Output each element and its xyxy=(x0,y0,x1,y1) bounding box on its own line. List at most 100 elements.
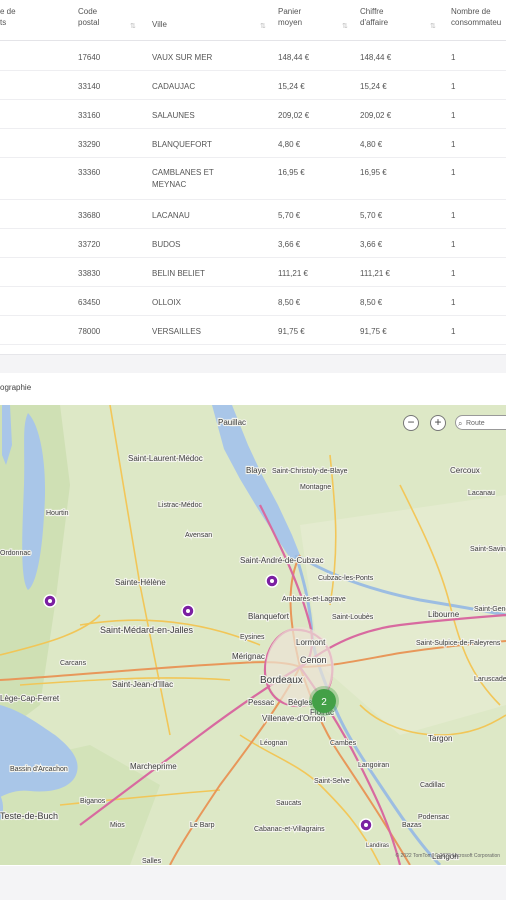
cell-code: 33720 xyxy=(78,240,101,249)
map-place-label: Podensac xyxy=(418,814,450,821)
col-header-revenue[interactable]: Chiffre d'affaire xyxy=(360,6,388,28)
map-place-label: Ordonnac xyxy=(0,550,31,557)
cell-ville: BUDOS xyxy=(152,240,181,249)
col-header-consumer-count[interactable]: Nombre de consommateu xyxy=(451,6,501,28)
cell-nombre: 1 xyxy=(451,240,456,249)
map-place-label: Montagne xyxy=(300,484,331,491)
map-place-label: Blaye xyxy=(246,466,267,475)
cell-code: 17640 xyxy=(78,53,101,62)
route-search-input[interactable]: ⌕ Route xyxy=(455,415,506,430)
map-place-label: Le Barp xyxy=(190,822,215,829)
map-place-label: Saucats xyxy=(276,800,302,807)
cell-panier: 209,02 € xyxy=(278,111,310,120)
table-row[interactable]: 33360 CAMBLANES ET MEYNAC 16,95 € 16,95 € 1 xyxy=(0,157,506,200)
cell-chiffre: 148,44 € xyxy=(360,53,392,62)
map-place-label: Saint-Loubès xyxy=(332,614,374,621)
map-pin-icon[interactable] xyxy=(181,604,195,618)
panel-title: ographie xyxy=(0,383,32,392)
table-row[interactable]: 78000 VERSAILLES 91,75 € 91,75 € 1 xyxy=(0,315,506,345)
map-place-label: Blanquefort xyxy=(248,612,290,621)
map-view[interactable]: Pauillac Saint-Laurent-Médoc Blaye Saint-Ch… xyxy=(0,405,506,865)
cell-chiffre: 4,80 € xyxy=(360,140,383,149)
col-header-city[interactable]: Ville xyxy=(152,19,167,30)
col-header-count[interactable]: e de ts xyxy=(0,6,16,28)
map-place-label: Pauillac xyxy=(218,418,246,427)
map-canvas[interactable]: Pauillac Saint-Laurent-Médoc Blaye Saint-Ch… xyxy=(0,405,506,865)
map-place-label: Lège-Cap-Ferret xyxy=(0,694,60,703)
map-pin-icon[interactable] xyxy=(359,818,373,832)
cell-ville: BLANQUEFORT xyxy=(152,140,212,149)
cell-panier: 15,24 € xyxy=(278,82,305,91)
cell-panier: 91,75 € xyxy=(278,327,305,336)
cell-code: 33160 xyxy=(78,111,101,120)
table-row[interactable]: 33680 LACANAU 5,70 € 5,70 € 1 xyxy=(0,199,506,229)
cell-nombre: 1 xyxy=(451,111,456,120)
map-pin-icon[interactable] xyxy=(43,594,57,608)
cell-code: 33140 xyxy=(78,82,101,91)
map-place-label: Mios xyxy=(110,822,125,829)
map-place-label: Léognan xyxy=(260,740,287,747)
map-place-label: Villenave-d'Ornon xyxy=(262,714,325,723)
sort-icon[interactable]: ⇅ xyxy=(342,22,348,30)
table-row[interactable]: 33160 SALAUNES 209,02 € 209,02 € 1 xyxy=(0,99,506,129)
map-place-label: Lacanau xyxy=(468,490,495,497)
cell-nombre: 1 xyxy=(451,298,456,307)
map-place-label: Sainte-Hélène xyxy=(115,578,166,587)
cell-code: 78000 xyxy=(78,327,101,336)
table-row[interactable]: 33830 BELIN BELIET 111,21 € 111,21 € 1 xyxy=(0,257,506,287)
cell-code: 33830 xyxy=(78,269,101,278)
table-row[interactable]: 33290 BLANQUEFORT 4,80 € 4,80 € 1 xyxy=(0,128,506,158)
map-place-label: Cabanac-et-Villagrains xyxy=(254,826,325,833)
map-place-label: Mérignac xyxy=(232,652,265,661)
cell-nombre: 1 xyxy=(451,82,456,91)
map-place-label: Lormont xyxy=(296,638,326,647)
map-place-label: Salles xyxy=(142,858,162,865)
map-place-label: Saint-Médard-en-Jalles xyxy=(100,625,194,635)
col-header-postal-code[interactable]: Code postal xyxy=(78,6,99,28)
cell-ville: SALAUNES xyxy=(152,111,195,120)
cell-panier: 3,66 € xyxy=(278,240,301,249)
map-place-label: Langoiran xyxy=(358,762,389,769)
map-place-label: Carcans xyxy=(60,660,87,667)
table-row[interactable]: 63450 OLLOIX 8,50 € 8,50 € 1 xyxy=(0,286,506,316)
cell-chiffre: 15,24 € xyxy=(360,82,387,91)
map-place-label: Saint-Jean-d'Illac xyxy=(112,680,173,689)
table-row[interactable]: 33720 BUDOS 3,66 € 3,66 € 1 xyxy=(0,228,506,258)
table-row[interactable]: 17640 VAUX SUR MER 148,44 € 148,44 € 1 xyxy=(0,41,506,71)
map-place-label: Saint-Genès-de-Lombaud xyxy=(474,606,506,613)
cell-panier: 4,80 € xyxy=(278,140,301,149)
sort-icon[interactable]: ⇅ xyxy=(130,22,136,30)
cell-panier: 8,50 € xyxy=(278,298,301,307)
map-cluster[interactable]: 2 xyxy=(309,686,339,716)
cell-ville: LACANAU xyxy=(152,211,190,220)
sort-icon[interactable]: ⇅ xyxy=(430,22,436,30)
map-copyright: © 2022 TomTom, © 2022 Microsoft Corporat… xyxy=(395,852,500,859)
cell-chiffre: 91,75 € xyxy=(360,327,387,336)
cell-code: 33680 xyxy=(78,211,101,220)
map-pin-icon[interactable] xyxy=(265,574,279,588)
map-place-label: Teste-de-Buch xyxy=(0,811,58,821)
map-place-label: Libourne xyxy=(428,610,460,619)
sort-icon[interactable]: ⇅ xyxy=(260,22,266,30)
cell-ville: CAMBLANES ET MEYNAC xyxy=(152,168,214,189)
zoom-in-button[interactable]: + xyxy=(430,415,446,431)
cell-chiffre: 8,50 € xyxy=(360,298,383,307)
table-row[interactable]: 33140 CADAUJAC 15,24 € 15,24 € 1 xyxy=(0,70,506,100)
cell-nombre: 1 xyxy=(451,168,456,177)
map-place-label: Saint-Laurent-Médoc xyxy=(128,454,203,463)
map-place-label: Saint-Selve xyxy=(314,778,350,785)
col-header-average-basket[interactable]: Panier moyen xyxy=(278,6,302,28)
map-place-label: Listrac-Médoc xyxy=(158,502,202,509)
cell-ville: VERSAILLES xyxy=(152,327,201,336)
cell-ville: BELIN BELIET xyxy=(152,269,205,278)
consumers-table: e de ts Code postal ⇅ Ville ⇅ Panier moy… xyxy=(0,0,506,355)
map-place-label: Avensan xyxy=(185,532,212,539)
map-place-label: Saint-Sulpice-de-Faleyrens xyxy=(416,640,501,647)
cell-ville: VAUX SUR MER xyxy=(152,53,213,62)
table-header: e de ts Code postal ⇅ Ville ⇅ Panier moy… xyxy=(0,0,506,41)
map-place-label: Bègles xyxy=(288,698,312,707)
cell-panier: 148,44 € xyxy=(278,53,310,62)
cell-chiffre: 3,66 € xyxy=(360,240,383,249)
zoom-out-button[interactable]: − xyxy=(403,415,419,431)
map-place-label: Cadillac xyxy=(420,782,445,789)
